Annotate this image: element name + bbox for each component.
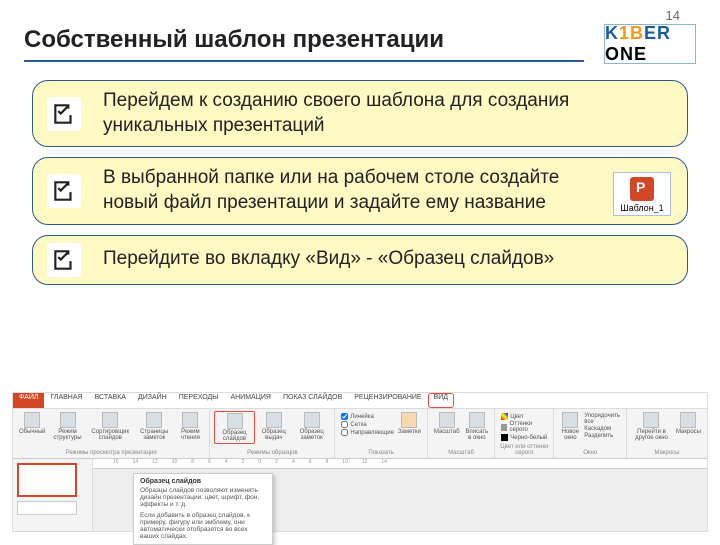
- ppt-body: 16141210864202468101214 Образец слайдов …: [13, 459, 707, 531]
- btn-switch-window[interactable]: Перейти в другое окно: [631, 411, 672, 442]
- tab-transitions[interactable]: ПЕРЕХОДЫ: [173, 393, 225, 408]
- tab-slideshow[interactable]: ПОКАЗ СЛАЙДОВ: [277, 393, 348, 408]
- thumbnail-master[interactable]: [17, 463, 77, 497]
- tab-review[interactable]: РЕЦЕНЗИРОВАНИЕ: [348, 393, 427, 408]
- ribbon-group-window: Новое окно Упорядочить все Каскадом Разд…: [554, 409, 627, 458]
- slide-canvas: 16141210864202468101214 Образец слайдов …: [93, 459, 707, 531]
- horizontal-ruler: 16141210864202468101214: [93, 459, 707, 469]
- ribbon: Обычный Режим структуры Сортировщик слай…: [13, 409, 707, 459]
- tab-view[interactable]: ВИД: [428, 393, 454, 408]
- btn-outline[interactable]: Режим структуры: [50, 411, 86, 442]
- opt-cascade[interactable]: Каскадом: [584, 426, 620, 432]
- ribbon-group-show: Линейка Сетка Направляющие Заметки Показ…: [335, 409, 427, 458]
- brand-logo: K1BER ONE: [604, 24, 696, 64]
- bullet-text: Перейдите во вкладку «Вид» - «Образец сл…: [103, 247, 554, 272]
- btn-notes-page[interactable]: Страницы заметок: [135, 411, 173, 442]
- ribbon-tabs: ФАЙЛ ГЛАВНАЯ ВСТАВКА ДИЗАЙН ПЕРЕХОДЫ АНИ…: [13, 393, 707, 409]
- btn-macros[interactable]: Макросы: [674, 411, 703, 442]
- check-guides[interactable]: Направляющие: [341, 429, 394, 436]
- title-underline: [24, 60, 584, 62]
- ribbon-group-color: Цвет Оттенки серого Черно-белый Цвет или…: [495, 409, 554, 458]
- opt-grayscale[interactable]: Оттенки серого: [501, 421, 547, 433]
- btn-zoom[interactable]: Масштаб: [432, 411, 462, 442]
- file-label: Шаблон_1: [616, 203, 668, 213]
- tooltip-slide-master: Образец слайдов Образцы слайдов позволяю…: [133, 473, 273, 545]
- tab-design[interactable]: ДИЗАЙН: [132, 393, 173, 408]
- bullet-card: В выбранной папке или на рабочем столе с…: [32, 157, 688, 224]
- btn-reading[interactable]: Режим чтения: [175, 411, 205, 442]
- slide-title: Собственный шаблон презентации: [24, 26, 444, 54]
- bullet-card: Перейдем к созданию своего шаблона для с…: [32, 80, 688, 147]
- checkmark-icon: [47, 243, 81, 277]
- btn-new-window[interactable]: Новое окно: [558, 411, 582, 442]
- btn-notes[interactable]: Заметки: [396, 411, 423, 438]
- slide-thumbnails: [13, 459, 93, 531]
- bullet-card: Перейдите во вкладку «Вид» - «Образец сл…: [32, 235, 688, 285]
- checkmark-icon: [47, 174, 81, 208]
- ribbon-group-views: Обычный Режим структуры Сортировщик слай…: [13, 409, 210, 458]
- btn-sorter[interactable]: Сортировщик слайдов: [88, 411, 134, 442]
- btn-fit[interactable]: Вписать в окно: [464, 411, 491, 442]
- powerpoint-file-icon: [630, 177, 654, 201]
- thumbnail-layout[interactable]: [17, 501, 77, 515]
- ribbon-group-masters: Образец слайдов Образец выдач Образец за…: [210, 409, 335, 458]
- tab-insert[interactable]: ВСТАВКА: [89, 393, 132, 408]
- btn-slide-master[interactable]: Образец слайдов: [214, 411, 254, 444]
- bullet-text: В выбранной папке или на рабочем столе с…: [103, 166, 597, 215]
- bullet-text: Перейдем к созданию своего шаблона для с…: [103, 89, 673, 138]
- tab-animation[interactable]: АНИМАЦИЯ: [224, 393, 277, 408]
- opt-split[interactable]: Разделить: [584, 433, 620, 439]
- bullet-list: Перейдем к созданию своего шаблона для с…: [32, 80, 688, 285]
- file-thumbnail: Шаблон_1: [613, 172, 671, 216]
- tab-file[interactable]: ФАЙЛ: [13, 393, 44, 408]
- check-ruler[interactable]: Линейка: [341, 413, 394, 420]
- ribbon-group-other: Перейти в другое окно Макросы Макросы: [627, 409, 707, 458]
- powerpoint-screenshot: ФАЙЛ ГЛАВНАЯ ВСТАВКА ДИЗАЙН ПЕРЕХОДЫ АНИ…: [12, 392, 708, 532]
- tab-home[interactable]: ГЛАВНАЯ: [44, 393, 88, 408]
- opt-arrange[interactable]: Упорядочить все: [584, 413, 620, 425]
- checkmark-icon: [47, 97, 81, 131]
- ribbon-group-zoom: Масштаб Вписать в окно Масштаб: [428, 409, 495, 458]
- opt-color[interactable]: Цвет: [501, 413, 547, 420]
- btn-normal[interactable]: Обычный: [17, 411, 48, 442]
- check-grid[interactable]: Сетка: [341, 421, 394, 428]
- opt-bw[interactable]: Черно-белый: [501, 434, 547, 441]
- btn-notes-master[interactable]: Образец заметок: [293, 411, 330, 444]
- btn-handout-master[interactable]: Образец выдач: [257, 411, 291, 444]
- page-number: 14: [666, 8, 680, 23]
